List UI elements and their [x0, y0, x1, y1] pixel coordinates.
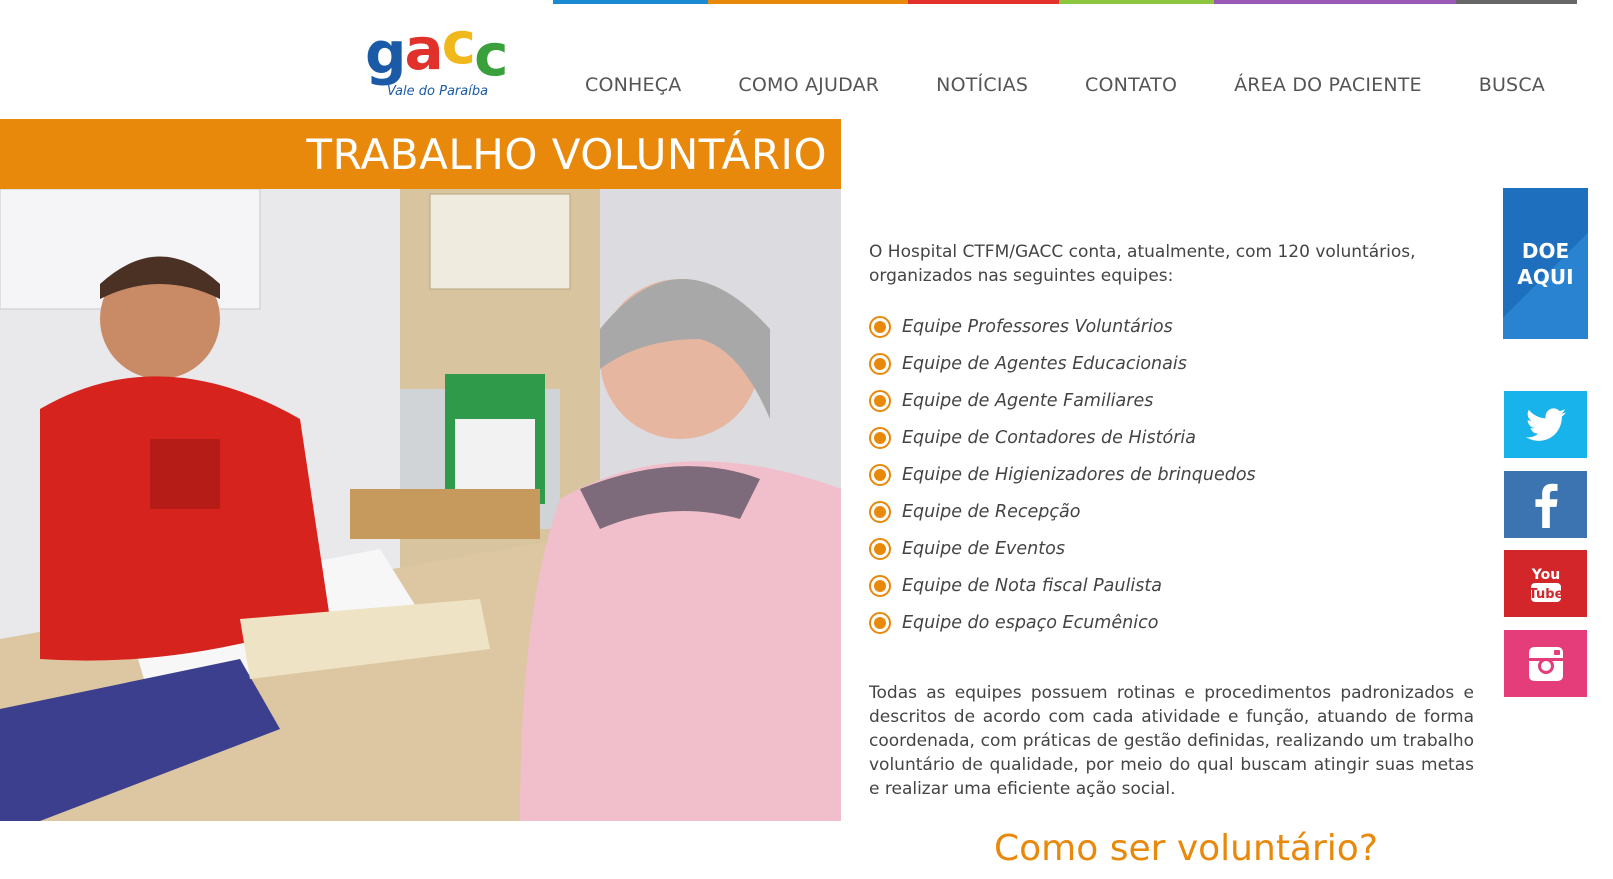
logo-letter-g: g	[365, 19, 407, 87]
twitter-button[interactable]	[1504, 391, 1587, 458]
team-label: Equipe de Agente Familiares	[902, 390, 1154, 411]
volunteer-photo-illustration	[0, 189, 841, 821]
youtube-button[interactable]: You Tube	[1504, 550, 1587, 617]
team-label: Equipe de Agentes Educacionais	[902, 353, 1187, 374]
facebook-icon	[1534, 483, 1557, 528]
strip-blue	[553, 0, 708, 4]
heart-bullet-icon	[869, 537, 891, 560]
team-label: Equipe de Recepção	[902, 501, 1081, 522]
nav-item-contato[interactable]: CONTATO	[1085, 74, 1177, 96]
heart-bullet-icon	[869, 574, 891, 597]
strip-red	[908, 0, 1059, 4]
nav-item-area-do-paciente[interactable]: ÁREA DO PACIENTE	[1234, 74, 1422, 96]
nav-item-busca[interactable]: BUSCA	[1479, 74, 1545, 96]
youtube-icon-tube: Tube	[1529, 587, 1563, 602]
main-content: O Hospital CTFM/GACC conta, atualmente, …	[869, 240, 1474, 801]
nav-item-noticias[interactable]: NOTÍCIAS	[936, 74, 1028, 96]
logo-letter-c2: c	[474, 21, 508, 89]
volunteer-photo	[0, 189, 841, 821]
team-label: Equipe de Higienizadores de brinquedos	[902, 464, 1256, 485]
intro-text: O Hospital CTFM/GACC conta, atualmente, …	[869, 242, 1416, 286]
page-title-bar: TRABALHO VOLUNTÁRIO	[0, 119, 841, 189]
list-item: Equipe de Agentes Educacionais	[869, 345, 1474, 382]
team-label: Equipe de Nota fiscal Paulista	[902, 575, 1162, 596]
youtube-icon: You Tube	[1529, 567, 1563, 602]
strip-purple	[1214, 0, 1456, 4]
heart-bullet-icon	[869, 389, 891, 412]
gacc-logo[interactable]: gacc Vale do Paraíba	[365, 9, 515, 108]
heart-bullet-icon	[869, 463, 891, 486]
heart-bullet-icon	[869, 352, 891, 375]
top-color-strip	[553, 0, 1577, 4]
team-label: Equipe de Contadores de História	[902, 427, 1196, 448]
logo-wordmark: gacc	[365, 9, 508, 89]
youtube-icon-you: You	[1530, 567, 1559, 583]
list-item: Equipe de Contadores de História	[869, 419, 1474, 456]
twitter-icon	[1525, 407, 1566, 441]
team-label: Equipe do espaço Ecumênico	[902, 612, 1159, 633]
instagram-icon	[1528, 646, 1563, 681]
donate-button[interactable]: DOE AQUI	[1503, 188, 1588, 339]
logo-subtitle: Vale do Paraíba	[387, 84, 489, 99]
strip-green	[1059, 0, 1214, 4]
logo-letter-a: a	[404, 15, 444, 83]
team-label: Equipe Professores Voluntários	[902, 316, 1173, 337]
description-text: Todas as equipes possuem rotinas e proce…	[869, 683, 1474, 799]
list-item: Equipe Professores Voluntários	[869, 308, 1474, 345]
list-item: Equipe de Higienizadores de brinquedos	[869, 456, 1474, 493]
logo-letter-c1: c	[441, 9, 476, 77]
strip-orange	[708, 0, 908, 4]
instagram-button[interactable]	[1504, 630, 1587, 697]
heart-bullet-icon	[869, 426, 891, 449]
strip-gray	[1456, 0, 1577, 4]
heart-bullet-icon	[869, 500, 891, 523]
list-item: Equipe do espaço Ecumênico	[869, 604, 1474, 641]
team-list: Equipe Professores Voluntários Equipe de…	[869, 308, 1474, 641]
nav-item-conheca[interactable]: CONHEÇA	[585, 74, 681, 96]
main-nav: CONHEÇA COMO AJUDAR NOTÍCIAS CONTATO ÁRE…	[553, 74, 1577, 96]
list-item: Equipe de Agente Familiares	[869, 382, 1474, 419]
team-label: Equipe de Eventos	[902, 538, 1065, 559]
list-item: Equipe de Recepção	[869, 493, 1474, 530]
page-title: TRABALHO VOLUNTÁRIO	[306, 129, 827, 179]
donate-label-line1: DOE	[1521, 238, 1570, 263]
list-item: Equipe de Eventos	[869, 530, 1474, 567]
section-heading-como-ser-voluntario: Como ser voluntário?	[994, 828, 1378, 869]
facebook-button[interactable]	[1504, 471, 1587, 538]
heart-bullet-icon	[869, 315, 891, 338]
heart-bullet-icon	[869, 611, 891, 634]
nav-item-como-ajudar[interactable]: COMO AJUDAR	[738, 74, 879, 96]
donate-label-line2: AQUI	[1517, 264, 1574, 289]
list-item: Equipe de Nota fiscal Paulista	[869, 567, 1474, 604]
